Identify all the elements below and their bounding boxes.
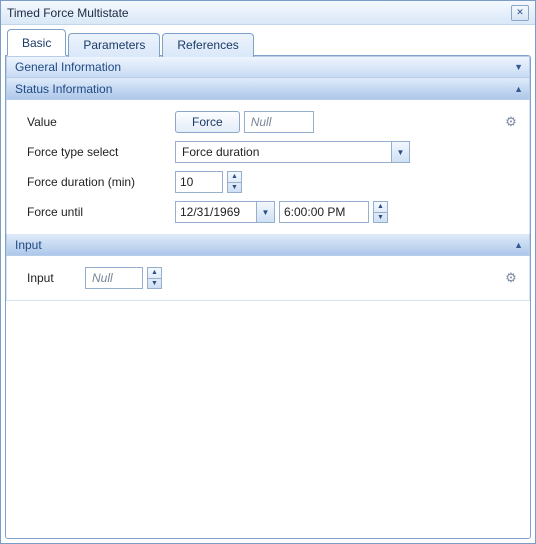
force-type-label: Force type select	[15, 145, 175, 159]
gear-icon[interactable]: ⚙	[501, 268, 521, 288]
window-title: Timed Force Multistate	[7, 6, 511, 20]
section-general-title: General Information	[15, 60, 121, 74]
force-duration-stepper[interactable]: ▲ ▼	[227, 171, 242, 193]
spin-down-icon[interactable]: ▼	[228, 183, 241, 193]
force-duration-input[interactable]: 10	[175, 171, 223, 193]
force-until-time-stepper[interactable]: ▲ ▼	[373, 201, 388, 223]
force-duration-label: Force duration (min)	[15, 175, 175, 189]
chevron-down-icon: ▼	[514, 62, 523, 72]
value-label: Value	[15, 115, 175, 129]
force-until-label: Force until	[15, 205, 175, 219]
gear-icon[interactable]: ⚙	[501, 112, 521, 132]
spin-up-icon[interactable]: ▲	[374, 202, 387, 213]
force-until-date-value: 12/31/1969	[176, 205, 256, 219]
input-label: Input	[15, 271, 85, 285]
chevron-up-icon: ▲	[514, 240, 523, 250]
input-stepper[interactable]: ▲ ▼	[147, 267, 162, 289]
force-until-time[interactable]: 6:00:00 PM	[279, 201, 369, 223]
force-type-value: Force duration	[182, 145, 391, 159]
chevron-up-icon: ▲	[514, 84, 523, 94]
close-button[interactable]: ✕	[511, 5, 529, 21]
value-display: Null	[244, 111, 314, 133]
chevron-down-icon: ▼	[391, 142, 409, 162]
spin-down-icon[interactable]: ▼	[148, 279, 161, 289]
tab-basic[interactable]: Basic	[7, 29, 66, 56]
section-general-information[interactable]: General Information ▼	[6, 56, 530, 78]
spin-up-icon[interactable]: ▲	[228, 172, 241, 183]
input-value[interactable]: Null	[85, 267, 143, 289]
spin-up-icon[interactable]: ▲	[148, 268, 161, 279]
section-status-title: Status Information	[15, 82, 112, 96]
section-status-information[interactable]: Status Information ▲	[6, 78, 530, 100]
force-type-select[interactable]: Force duration ▼	[175, 141, 410, 163]
section-input-title: Input	[15, 238, 42, 252]
force-until-date[interactable]: 12/31/1969 ▼	[175, 201, 275, 223]
section-input[interactable]: Input ▲	[6, 234, 530, 256]
tab-references[interactable]: References	[162, 33, 253, 57]
close-icon: ✕	[516, 7, 524, 18]
force-duration-value: 10	[180, 175, 222, 189]
force-button[interactable]: Force	[175, 111, 240, 133]
chevron-down-icon: ▼	[256, 202, 274, 222]
spin-down-icon[interactable]: ▼	[374, 213, 387, 223]
tab-parameters[interactable]: Parameters	[68, 33, 160, 57]
force-until-time-value: 6:00:00 PM	[284, 205, 345, 219]
